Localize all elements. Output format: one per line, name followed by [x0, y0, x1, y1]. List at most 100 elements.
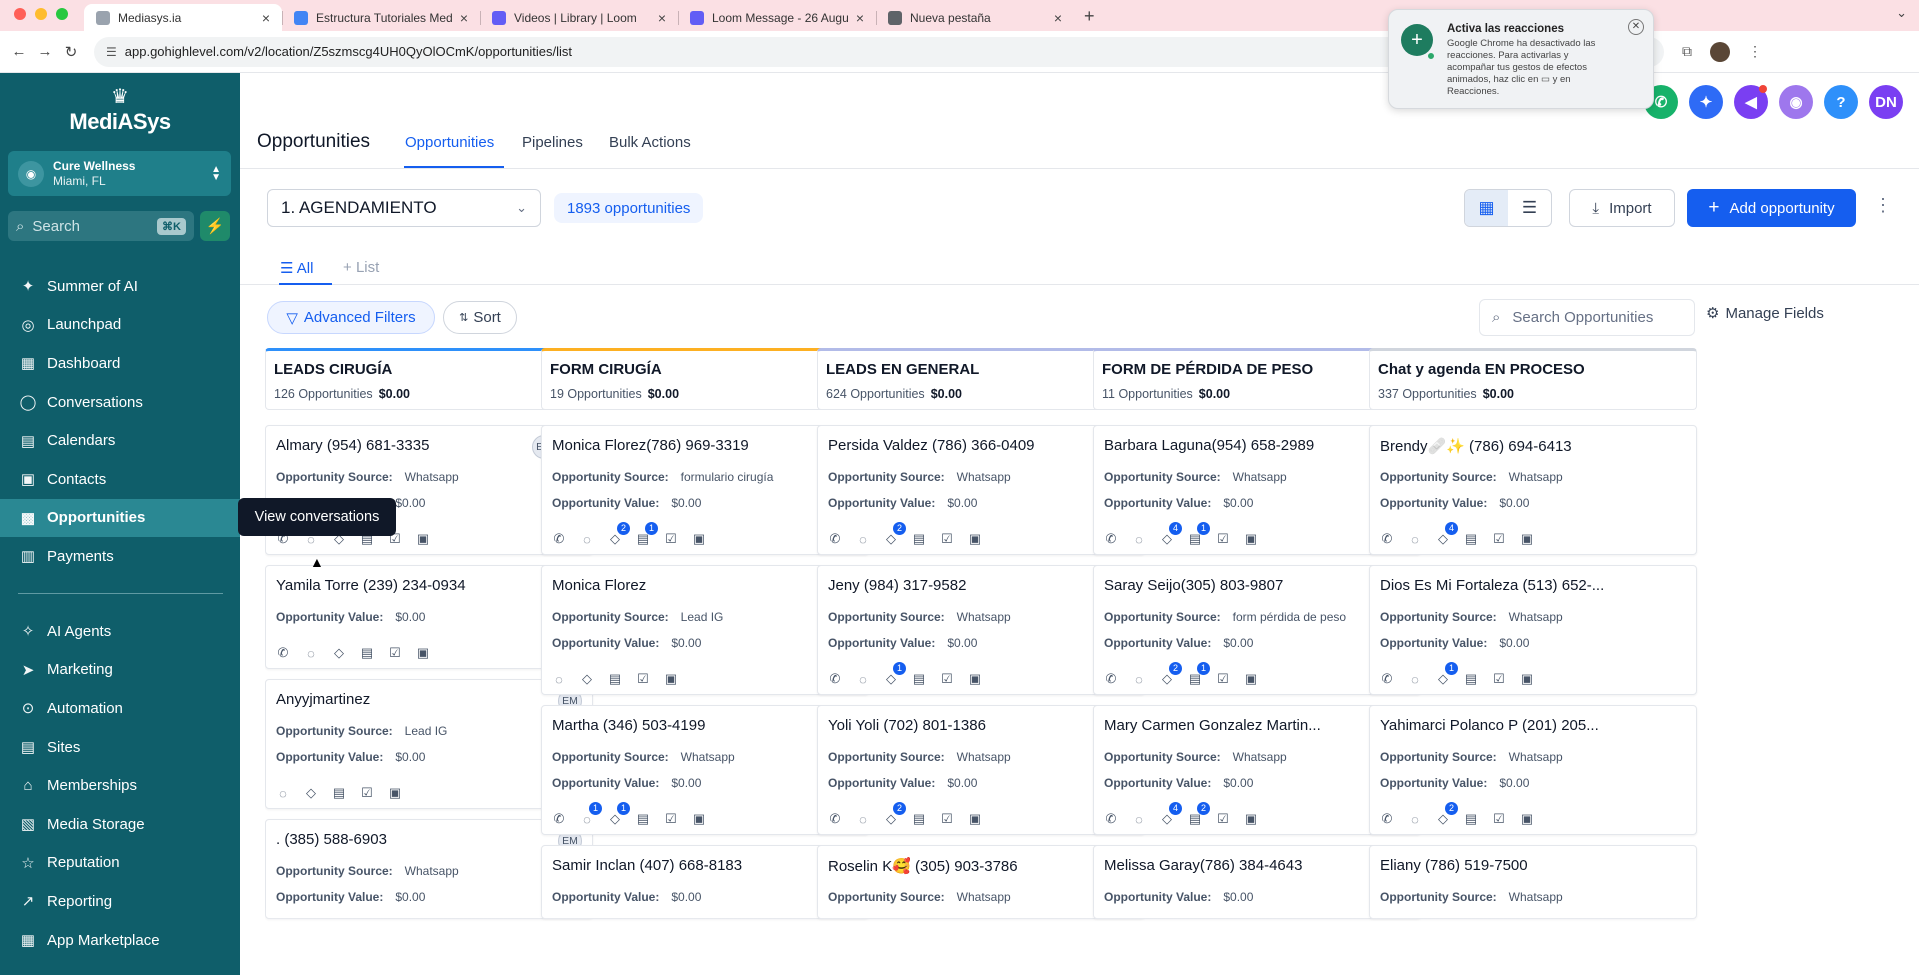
calendar-icon[interactable]: ▣ — [1242, 530, 1260, 548]
search-opportunities-input[interactable]: ⌕ Search Opportunities — [1479, 299, 1695, 336]
tag-icon[interactable]: ◇4 — [1158, 802, 1182, 828]
more-options-icon[interactable]: ⋮ — [1874, 195, 1892, 216]
task-checkbox-icon[interactable]: ☑ — [662, 810, 680, 828]
calendar-icon[interactable]: ▣ — [414, 644, 432, 662]
note-icon[interactable]: ▤ 1 — [634, 522, 658, 548]
note-icon[interactable]: ▤ — [1462, 810, 1480, 828]
calendar-icon[interactable]: ▣ — [690, 530, 708, 548]
opportunity-card[interactable]: Yahimarci Polanco P (201) 205... Opportun… — [1369, 705, 1697, 835]
sidebar-item-memberships[interactable]: ⌂ Memberships — [0, 766, 240, 805]
tab-bulk-actions[interactable]: Bulk Actions — [609, 134, 691, 151]
task-checkbox-icon[interactable]: ☑ — [938, 810, 956, 828]
forward-icon[interactable]: → — [32, 43, 58, 60]
sidebar-item-sites[interactable]: ▤ Sites — [0, 728, 240, 767]
tag-icon[interactable]: ◇ 2 — [882, 522, 906, 548]
calendar-icon[interactable]: ▣ — [414, 530, 432, 548]
opportunity-name[interactable]: Martha (346) 503-4199 — [552, 717, 802, 734]
tab-pipelines[interactable]: Pipelines — [522, 134, 583, 151]
opportunity-name[interactable]: Brendy🩹✨ (786) 694-6413 — [1380, 437, 1630, 455]
note-icon[interactable]: ▤ — [1462, 670, 1480, 688]
tab-close-icon[interactable]: × — [1054, 10, 1062, 26]
note-icon[interactable]: ▤ — [910, 810, 928, 828]
tag-icon[interactable]: ◇ 2 — [1158, 662, 1182, 688]
chat-bubble-icon[interactable]: ◌ — [854, 670, 872, 688]
sidebar-item-media-storage[interactable]: ▧ Media Storage — [0, 805, 240, 844]
chat-bubble-icon[interactable]: ◌ — [1130, 530, 1148, 548]
chat-bubble-icon[interactable]: ◌ — [1130, 810, 1148, 828]
opportunity-name[interactable]: Dios Es Mi Fortaleza (513) 652-... — [1380, 577, 1630, 594]
opportunity-card[interactable]: Brendy🩹✨ (786) 694-6413 Opportunity Sourc… — [1369, 425, 1697, 555]
chat-bubble-icon[interactable]: ◌ 1 — [578, 802, 602, 828]
note-icon[interactable]: ▤ — [634, 810, 652, 828]
sidebar-item-payments[interactable]: ▥ Payments — [0, 537, 240, 576]
sidebar-item-contacts[interactable]: ▣ Contacts — [0, 460, 240, 499]
opportunity-name[interactable]: Yoli Yoli (702) 801-1386 — [828, 717, 1078, 734]
bell-icon[interactable]: ◉ — [1779, 85, 1813, 119]
calendar-icon[interactable]: ▣ — [386, 784, 404, 802]
opportunity-card[interactable]: Eliany (786) 519-7500 Opportunity Source:… — [1369, 845, 1697, 919]
opportunity-card[interactable]: Dios Es Mi Fortaleza (513) 652-... Opport… — [1369, 565, 1697, 695]
tab-opportunities[interactable]: Opportunities — [405, 134, 494, 151]
opportunity-name[interactable]: Melissa Garay(786) 384-4643 — [1104, 857, 1354, 874]
pipeline-select[interactable]: 1. AGENDAMIENTO ⌄ — [267, 189, 541, 227]
sidebar-item-ai-agents[interactable]: ✧ AI Agents — [0, 612, 240, 651]
close-window-button[interactable] — [14, 8, 26, 20]
chat-bubble-icon[interactable]: ◌ — [1130, 670, 1148, 688]
note-icon[interactable]: ▤ 1 — [1186, 662, 1210, 688]
opportunity-name[interactable]: Anyyjmartinez — [276, 691, 526, 708]
import-button[interactable]: ⤓ Import — [1569, 189, 1675, 227]
task-checkbox-icon[interactable]: ☑ — [1490, 810, 1508, 828]
tag-icon[interactable]: ◇ — [302, 784, 320, 802]
phone-icon[interactable]: ✆ — [550, 530, 568, 548]
chat-bubble-icon[interactable]: ◌ — [1406, 810, 1424, 828]
tag-icon[interactable]: ◇ 2 — [1434, 802, 1458, 828]
calendar-icon[interactable]: ▣ — [966, 530, 984, 548]
note-icon[interactable]: ▤ 2 — [1186, 802, 1210, 828]
profile-avatar[interactable] — [1710, 41, 1730, 62]
sidebar-item-dashboard[interactable]: ▦ Dashboard — [0, 344, 240, 383]
advanced-filters-button[interactable]: ▽ Advanced Filters — [267, 301, 435, 334]
sidebar-search[interactable]: ⌕ Search ⌘K — [8, 211, 194, 241]
browser-tab[interactable]: Estructura Tutoriales MediASys × — [282, 4, 480, 31]
sort-button[interactable]: ⇅ Sort — [443, 301, 517, 334]
opportunity-name[interactable]: Eliany (786) 519-7500 — [1380, 857, 1630, 874]
chat-bubble-icon[interactable]: ◌ — [1406, 530, 1424, 548]
opportunity-name[interactable]: Roselin K🥰 (305) 903-3786 — [828, 857, 1078, 875]
sidebar-item-launchpad[interactable]: ◎ Launchpad — [0, 306, 240, 345]
task-checkbox-icon[interactable]: ☑ — [1490, 530, 1508, 548]
user-avatar[interactable]: DN — [1869, 85, 1903, 119]
sidebar-item-reputation[interactable]: ☆ Reputation — [0, 844, 240, 883]
add-opportunity-button[interactable]: + Add opportunity — [1687, 189, 1856, 227]
account-switcher[interactable]: ◉ Cure Wellness Miami, FL ▲ ▼ — [8, 151, 231, 196]
tab-search-icon[interactable]: ⌄ — [1896, 5, 1907, 21]
phone-icon[interactable]: ✆ — [826, 530, 844, 548]
sidebar-item-marketing[interactable]: ➤ Marketing — [0, 651, 240, 690]
tab-close-icon[interactable]: × — [856, 10, 864, 26]
maximize-window-button[interactable] — [56, 8, 68, 20]
note-icon[interactable]: ▤ — [910, 670, 928, 688]
phone-icon[interactable]: ✆ — [550, 810, 568, 828]
phone-icon[interactable]: ✆ — [826, 670, 844, 688]
opportunity-name[interactable]: Samir Inclan (407) 668-8183 — [552, 857, 802, 874]
task-checkbox-icon[interactable]: ☑ — [1214, 530, 1232, 548]
phone-icon[interactable]: ✆ — [1378, 810, 1396, 828]
note-icon[interactable]: ▤ — [330, 784, 348, 802]
quick-action-bolt-icon[interactable]: ⚡ — [200, 211, 230, 241]
close-icon[interactable]: ✕ — [1628, 19, 1644, 35]
chat-bubble-icon[interactable]: ◌ — [550, 670, 568, 688]
opportunity-name[interactable]: . (385) 588-6903 — [276, 831, 526, 848]
site-info-icon[interactable]: ☰ — [106, 45, 117, 59]
tab-close-icon[interactable]: × — [262, 10, 270, 26]
task-checkbox-icon[interactable]: ☑ — [1214, 670, 1232, 688]
add-list-tab[interactable]: + List — [343, 259, 379, 276]
tag-icon[interactable]: ◇4 — [1158, 522, 1182, 548]
opportunity-name[interactable]: Saray Seijo(305) 803-9807 — [1104, 577, 1354, 594]
note-icon[interactable]: ▤ — [910, 530, 928, 548]
phone-icon[interactable]: ✆ — [1102, 810, 1120, 828]
sidebar-item-calendars[interactable]: ▤ Calendars — [0, 421, 240, 460]
chat-bubble-icon[interactable]: ◌ — [578, 530, 596, 548]
opportunity-name[interactable]: Yahimarci Polanco P (201) 205... — [1380, 717, 1630, 734]
tab-close-icon[interactable]: × — [460, 10, 468, 26]
task-checkbox-icon[interactable]: ☑ — [938, 670, 956, 688]
tag-icon[interactable]: ◇ 2 — [882, 802, 906, 828]
